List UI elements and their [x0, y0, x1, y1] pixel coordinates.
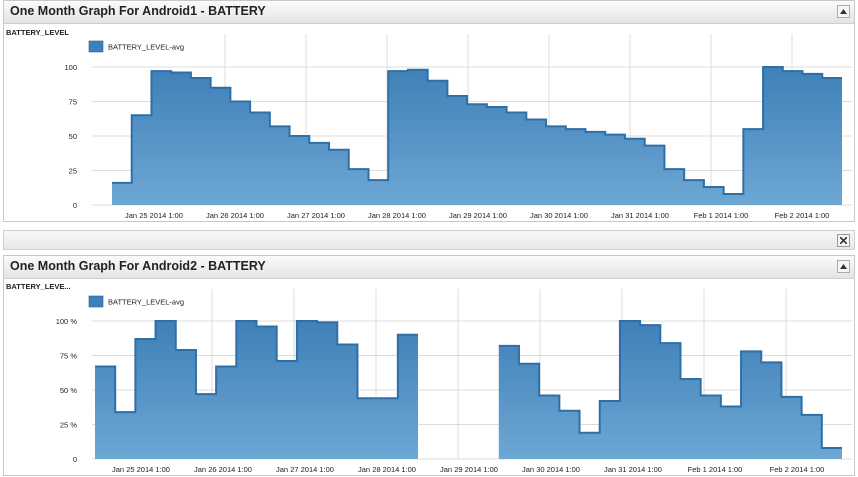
panel-header: One Month Graph For Android2 - BATTERY — [4, 256, 854, 279]
panel-header: One Month Graph For Android1 - BATTERY — [4, 1, 854, 24]
panel-title: One Month Graph For Android1 - BATTERY — [10, 4, 266, 18]
y-tick-label: 0 — [73, 201, 77, 210]
y-tick-label: 0 — [73, 455, 77, 464]
x-tick-label: Jan 27 2014 1:00 — [287, 211, 345, 220]
x-tick-label: Jan 28 2014 1:00 — [358, 465, 416, 474]
x-tick-label: Feb 1 2014 1:00 — [688, 465, 743, 474]
legend-swatch — [88, 40, 104, 53]
close-icon[interactable] — [837, 234, 850, 247]
legend: BATTERY_LEVEL-avg — [88, 295, 184, 308]
x-tick-label: Jan 25 2014 1:00 — [112, 465, 170, 474]
chart-area: BATTERY_LEVEL BATTERY_LEVEL-avg 0 25 50 75 10… — [4, 24, 854, 223]
x-tick-label: Jan 29 2014 1:00 — [449, 211, 507, 220]
y-tick-label: 100 % — [56, 317, 78, 326]
x-tick-label: Jan 30 2014 1:00 — [530, 211, 588, 220]
y-tick-label: 50 % — [60, 386, 77, 395]
x-tick-label: Jan 26 2014 1:00 — [206, 211, 264, 220]
chevron-up-icon[interactable] — [837, 260, 850, 273]
x-tick-label: Jan 31 2014 1:00 — [611, 211, 669, 220]
panel-title: One Month Graph For Android2 - BATTERY — [10, 259, 266, 273]
x-tick-label: Jan 26 2014 1:00 — [194, 465, 252, 474]
x-tick-label: Feb 2 2014 1:00 — [775, 211, 830, 220]
legend: BATTERY_LEVEL-avg — [88, 40, 184, 53]
battery-chart-android1: BATTERY_LEVEL-avg 0 25 50 75 100 Jan 25 2014 1… — [64, 34, 852, 220]
chart-panel-android1: One Month Graph For Android1 - BATTERY B… — [3, 0, 855, 222]
y-tick-label: 75 — [69, 98, 77, 107]
panel-toolbar — [3, 230, 855, 250]
x-tick-label: Feb 1 2014 1:00 — [694, 211, 749, 220]
y-tick-label: 75 % — [60, 352, 77, 361]
y-tick-label: 25 % — [60, 421, 77, 430]
x-tick-label: Feb 2 2014 1:00 — [770, 465, 825, 474]
battery-chart-android2: BATTERY_LEVEL-avg 0 25 % 50 % 75 % 100 % Jan 2… — [56, 289, 852, 474]
chevron-up-icon[interactable] — [837, 5, 850, 18]
x-tick-label: Jan 28 2014 1:00 — [368, 211, 426, 220]
chart-panel-android2: One Month Graph For Android2 - BATTERY B… — [3, 255, 855, 476]
legend-label: BATTERY_LEVEL-avg — [108, 298, 184, 307]
x-tick-label: Jan 31 2014 1:00 — [604, 465, 662, 474]
y-tick-label: 50 — [69, 132, 77, 141]
y-tick-label: 25 — [69, 167, 77, 176]
x-tick-label: Jan 27 2014 1:00 — [276, 465, 334, 474]
legend-label: BATTERY_LEVEL-avg — [108, 43, 184, 52]
x-tick-label: Jan 30 2014 1:00 — [522, 465, 580, 474]
y-tick-label: 100 — [64, 63, 77, 72]
x-tick-label: Jan 25 2014 1:00 — [125, 211, 183, 220]
x-tick-label: Jan 29 2014 1:00 — [440, 465, 498, 474]
legend-swatch — [88, 295, 104, 308]
chart-area: BATTERY_LEVE... BATTERY_LEVEL-avg 0 25 % 50… — [4, 279, 854, 477]
